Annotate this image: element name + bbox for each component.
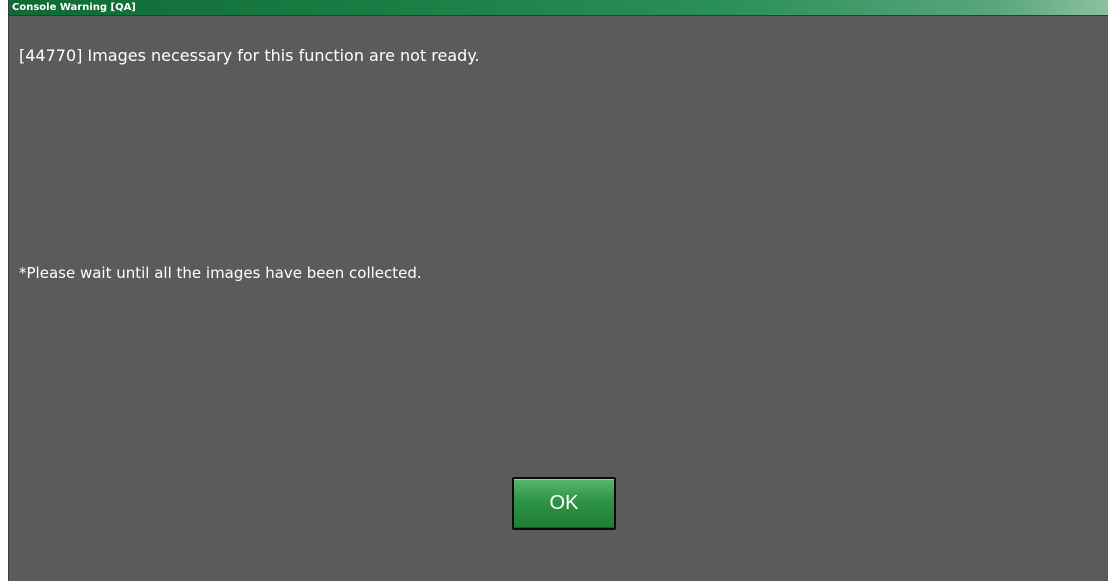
warning-message: [44770] Images necessary for this functi…: [19, 46, 480, 65]
window-title: Console Warning [QA]: [12, 2, 136, 13]
console-warning-dialog: Console Warning [QA] [44770] Images nece…: [8, 0, 1108, 581]
ok-button[interactable]: OK: [512, 477, 616, 530]
title-bar: Console Warning [QA]: [9, 0, 1108, 16]
wait-note: *Please wait until all the images have b…: [19, 264, 422, 282]
